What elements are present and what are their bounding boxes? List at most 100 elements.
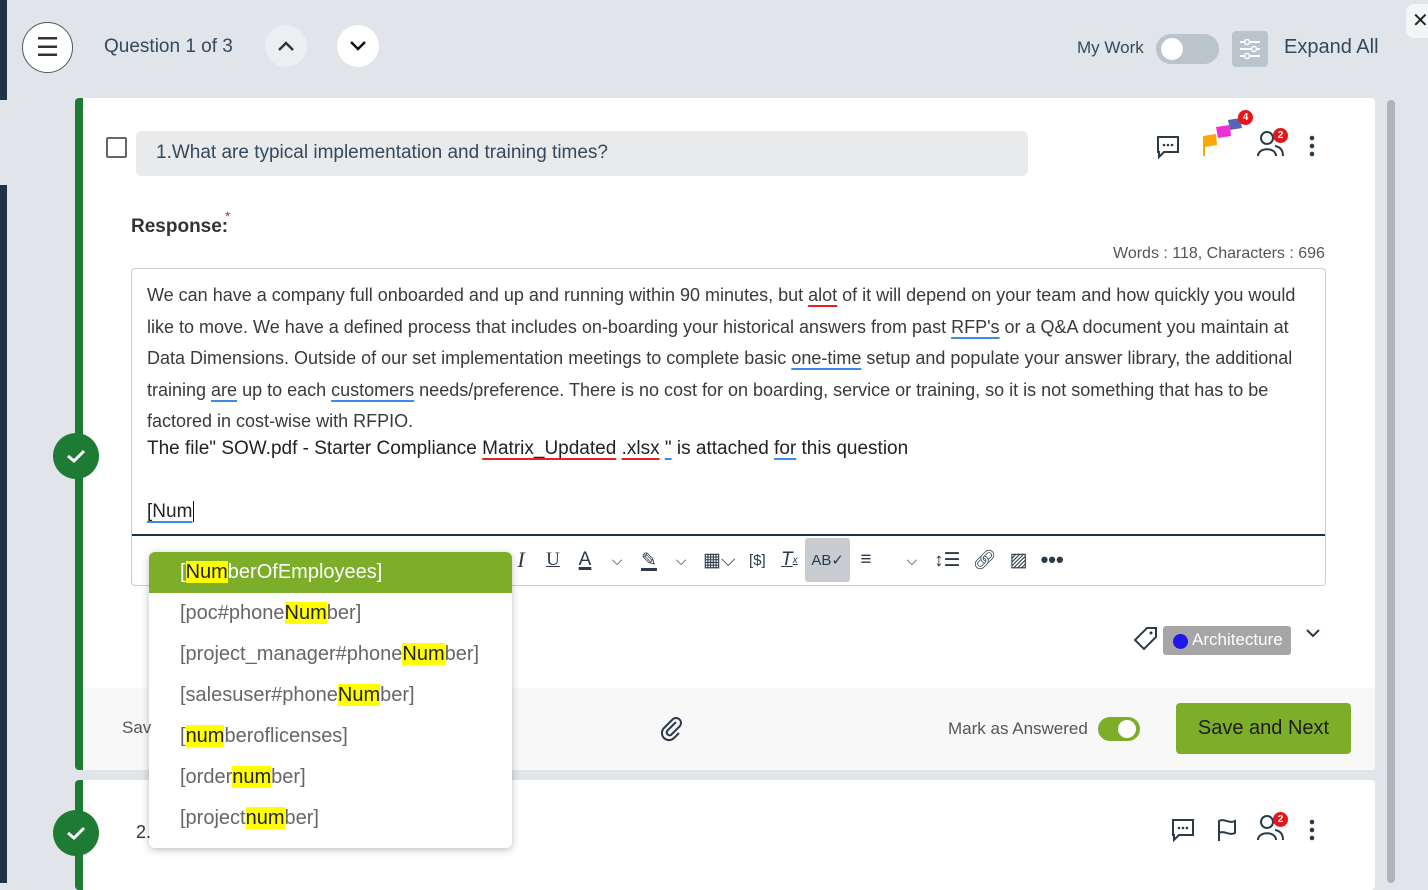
typed-text: [Num	[147, 501, 193, 522]
typed-token[interactable]: [Num​	[147, 501, 195, 523]
match-highlight: Num	[337, 684, 381, 706]
grammar-flag-word[interactable]: one-time	[791, 348, 861, 368]
option-text: berOfEmployees]	[227, 561, 383, 583]
comment-icon[interactable]	[1170, 817, 1196, 843]
next-question-button[interactable]	[337, 25, 379, 67]
grammar-flag-word[interactable]: "	[665, 438, 672, 459]
misspelled-word[interactable]: alot	[808, 285, 837, 305]
misspelled-word[interactable]: Matrix_Updated	[482, 438, 616, 459]
autocomplete-option[interactable]: [project_manager#phoneNumber]	[149, 634, 512, 675]
tag-chip[interactable]: Architecture	[1163, 626, 1291, 655]
tag-color-dot	[1173, 634, 1188, 649]
underline-icon[interactable]: U	[537, 538, 569, 582]
option-text: [poc#phone	[180, 602, 285, 624]
mark-answered-label: Mark as Answered	[948, 719, 1088, 738]
grammar-flag-word[interactable]: RFP's	[951, 317, 999, 337]
tag-dropdown-chevron-icon[interactable]	[1304, 626, 1322, 645]
previous-question-button[interactable]	[265, 25, 307, 67]
required-marker: *	[225, 208, 231, 224]
word-character-count: Words : 118, Characters : 696	[1113, 245, 1325, 262]
grammar-flag-word[interactable]: customers	[331, 380, 414, 400]
match-highlight: num	[245, 807, 285, 829]
editor-toolbar: I U A ⌵ ✎ ⌵ ▦⌵ [$] Tx AB✓ ≡ ⌵ ↕☰ 🔗︎ ▨ ••…	[505, 538, 1070, 582]
assignees-icon[interactable]: 2	[1257, 812, 1289, 844]
scrollbar[interactable]	[1387, 100, 1395, 883]
menu-button[interactable]: ☰	[22, 22, 73, 73]
assignees-icon[interactable]: 2	[1257, 128, 1289, 160]
autocomplete-option[interactable]: [poc#phoneNumber]	[149, 593, 512, 634]
attachment-text-line[interactable]: The file" SOW.pdf - Starter Compliance M…	[147, 438, 908, 460]
save-status-text: Sav	[122, 718, 152, 737]
question-select-checkbox[interactable]	[106, 137, 127, 158]
match-highlight: Num	[185, 561, 228, 583]
spellcheck-icon[interactable]: AB✓	[805, 538, 850, 582]
save-and-next-button[interactable]: Save and Next	[1176, 703, 1351, 754]
chevron-down-icon[interactable]: ⌵	[601, 538, 633, 582]
clear-format-icon[interactable]: Tx	[773, 538, 805, 582]
option-text: beroflicenses]	[224, 725, 348, 747]
more-tools-icon[interactable]: •••	[1035, 538, 1070, 582]
left-sidebar-edge	[0, 185, 7, 883]
option-text: ber]	[271, 766, 306, 788]
more-options-icon[interactable]	[1304, 134, 1320, 160]
question-counter: Question 1 of 3	[104, 36, 233, 57]
line-height-icon[interactable]: ↕☰	[928, 538, 967, 582]
autocomplete-option[interactable]: [ordernumber]	[149, 757, 512, 798]
response-label: Response:	[131, 216, 229, 237]
more-options-icon[interactable]	[1304, 818, 1320, 844]
autocomplete-option[interactable]: [salesuser#phoneNumber]	[149, 675, 512, 716]
highlight-pen-icon[interactable]: ✎	[633, 538, 665, 582]
option-text: ber]	[380, 684, 415, 706]
option-text: [order	[180, 766, 233, 788]
sliders-icon	[1240, 38, 1260, 60]
text-cursor: ​	[193, 501, 195, 522]
align-left-icon[interactable]: ≡	[850, 538, 882, 582]
text-segment: We can have a company full onboarded and…	[147, 285, 809, 305]
grammar-flag-word[interactable]: are	[211, 380, 237, 400]
answered-check-icon	[53, 433, 99, 479]
link-icon[interactable]: 🔗︎	[966, 538, 1002, 582]
filter-button[interactable]	[1232, 31, 1268, 67]
font-color-icon[interactable]: A	[569, 538, 601, 582]
question-title: 1.What are typical implementation and tr…	[136, 131, 1028, 176]
match-highlight: num	[232, 766, 272, 788]
text-segment: up to each	[237, 379, 332, 400]
table-icon[interactable]: ▦⌵	[697, 538, 741, 582]
mark-answered-toggle[interactable]	[1098, 717, 1140, 741]
assignee-count-badge: 2	[1273, 812, 1288, 827]
match-highlight: Num	[284, 602, 327, 624]
autocomplete-dropdown: [NumberOfEmployees] [poc#phoneNumber] [pro…	[149, 552, 512, 848]
chevron-down-icon[interactable]: ⌵	[896, 538, 928, 582]
flag-icon[interactable]	[1215, 817, 1239, 843]
option-text: [project_manager#phone	[180, 643, 403, 665]
editor-divider	[132, 534, 1325, 536]
comment-icon[interactable]	[1155, 134, 1181, 160]
image-icon[interactable]: ▨	[1003, 538, 1035, 582]
misspelled-word[interactable]: .xlsx	[622, 438, 660, 459]
chevron-down-icon[interactable]: ⌵	[665, 538, 697, 582]
response-text[interactable]: We can have a company full onboarded and…	[147, 280, 1312, 438]
autocomplete-option[interactable]: [numberoflicenses]	[149, 716, 512, 757]
option-text: [salesuser#phone	[180, 684, 338, 706]
tag-label: Architecture	[1192, 630, 1283, 649]
match-highlight: num	[185, 725, 225, 747]
autocomplete-option[interactable]: [projectnumber]	[149, 798, 512, 839]
currency-icon[interactable]: [$]	[741, 538, 773, 582]
tag-icon[interactable]	[1133, 625, 1159, 656]
grammar-flag-word[interactable]: for	[774, 438, 796, 459]
close-panel-button[interactable]: ✕	[1406, 4, 1428, 38]
option-text: ber]	[326, 602, 362, 624]
my-work-toggle[interactable]	[1156, 34, 1219, 64]
autocomplete-option[interactable]: [NumberOfEmployees]	[149, 552, 512, 593]
answered-check-icon	[53, 810, 99, 856]
attachment-icon[interactable]	[660, 716, 684, 747]
expand-all-button[interactable]: Expand All	[1284, 36, 1379, 59]
option-text: ber]	[444, 643, 480, 665]
text-segment: is attached	[671, 438, 775, 459]
question-2-number: 2.	[136, 822, 152, 842]
option-text: ber]	[284, 807, 319, 829]
left-sidebar-edge	[0, 0, 7, 100]
assignee-count-badge: 2	[1273, 128, 1288, 143]
match-highlight: Num	[402, 643, 445, 665]
flags-icon[interactable]: 4	[1200, 110, 1253, 160]
